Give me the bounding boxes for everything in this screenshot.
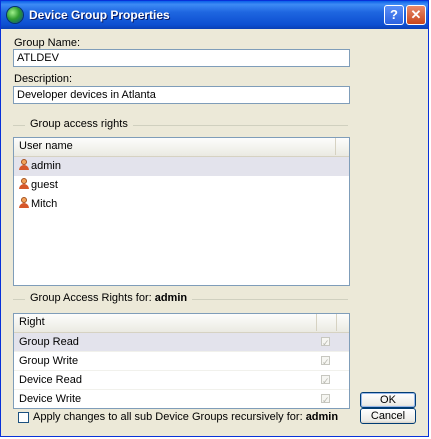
right-checkbox[interactable]	[321, 372, 330, 390]
ok-button[interactable]: OK	[360, 392, 416, 408]
close-icon: ✕	[410, 7, 422, 22]
description-input[interactable]: Developer devices in Atlanta	[13, 86, 350, 104]
user-list[interactable]: User name admin guest Mitch	[13, 137, 350, 286]
device-group-properties-dialog: Device Group Properties ? ✕ Group Name: …	[0, 0, 429, 437]
close-button[interactable]: ✕	[406, 5, 426, 25]
rights-list[interactable]: Right Group Read Group Write Device Read…	[13, 313, 350, 409]
right-checkbox[interactable]	[321, 334, 330, 352]
user-name: admin	[31, 160, 61, 172]
right-label: Device Read	[19, 374, 82, 386]
column-header-allowed[interactable]	[317, 314, 337, 331]
user-row-admin[interactable]: admin	[14, 157, 349, 176]
group-access-rights-section: Group access rights	[13, 118, 348, 132]
help-button[interactable]: ?	[384, 5, 404, 25]
apply-recursively-user: admin	[305, 411, 339, 423]
right-row-device-write[interactable]: Device Write	[14, 390, 349, 408]
group-name-label: Group Name:	[14, 37, 81, 49]
rights-for-label: Group Access Rights for:	[30, 292, 155, 304]
user-icon	[19, 159, 29, 170]
group-access-rights-label: Group access rights	[25, 118, 133, 130]
column-header-user-name[interactable]: User name	[14, 138, 336, 155]
right-checkbox[interactable]	[321, 353, 330, 371]
rights-for-user-section: Group Access Rights for: admin	[13, 292, 348, 306]
right-row-device-read[interactable]: Device Read	[14, 371, 349, 390]
description-label: Description:	[14, 73, 73, 85]
user-name: guest	[31, 179, 58, 191]
right-label: Group Write	[19, 355, 79, 367]
right-row-group-read[interactable]: Group Read	[14, 333, 349, 352]
rights-list-header: Right	[14, 314, 349, 333]
right-row-group-write[interactable]: Group Write	[14, 352, 349, 371]
cancel-button[interactable]: Cancel	[360, 408, 416, 424]
rights-for-user: admin	[154, 292, 188, 304]
user-row-mitch[interactable]: Mitch	[14, 195, 349, 214]
apply-recursively-label[interactable]: Apply changes to all sub Device Groups r…	[33, 411, 338, 423]
window-title: Device Group Properties	[29, 8, 170, 22]
user-list-header: User name	[14, 138, 349, 157]
right-label: Group Read	[19, 336, 79, 348]
globe-icon	[7, 7, 23, 23]
column-header-right[interactable]: Right	[14, 314, 317, 331]
user-icon	[19, 197, 29, 208]
user-icon	[19, 178, 29, 189]
user-row-guest[interactable]: guest	[14, 176, 349, 195]
title-bar[interactable]: Device Group Properties ? ✕	[1, 1, 428, 29]
group-name-input[interactable]: ATLDEV	[13, 49, 350, 67]
right-label: Device Write	[19, 393, 82, 405]
right-checkbox[interactable]	[321, 391, 330, 408]
user-name: Mitch	[31, 198, 58, 210]
apply-recursively-checkbox[interactable]	[18, 412, 29, 423]
